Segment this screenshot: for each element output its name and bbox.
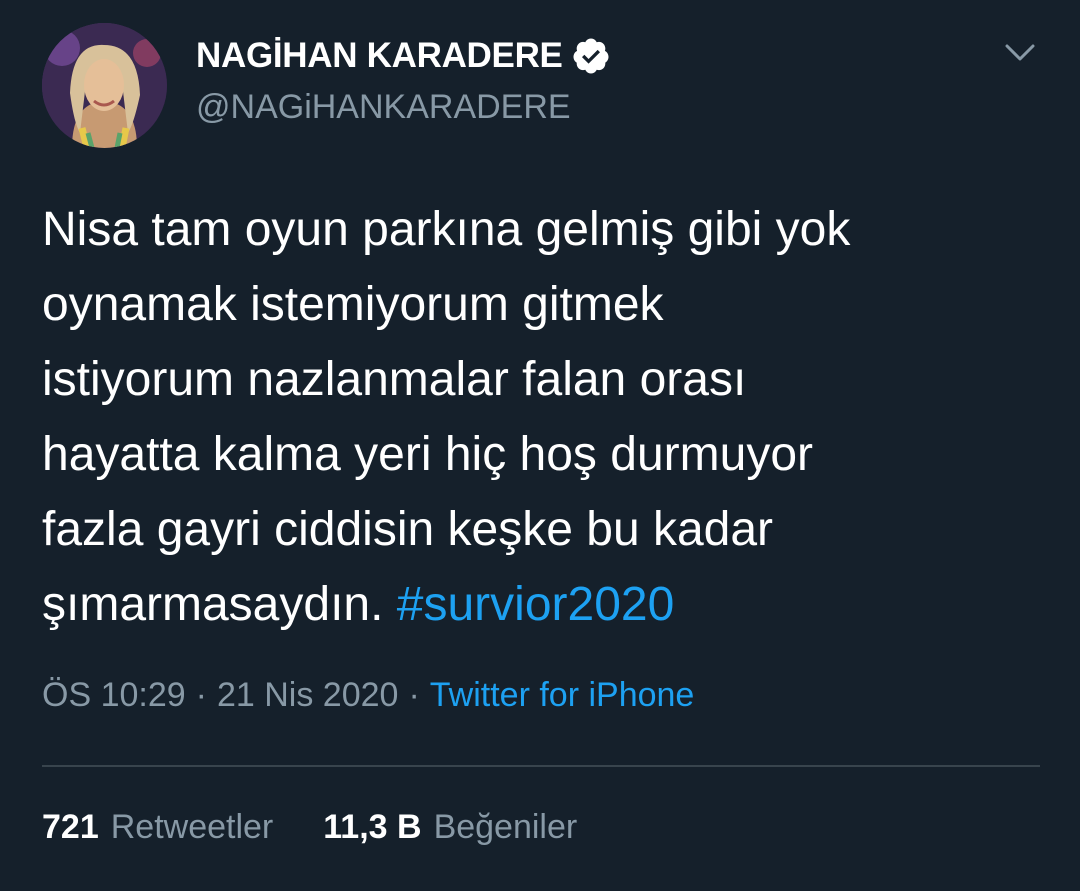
author-handle[interactable]: @NAGiHANKARADERE xyxy=(196,88,571,127)
verified-badge-icon xyxy=(573,38,609,74)
tweet-text-last-line: şımarmasaydın. #survior2020 xyxy=(42,567,1042,642)
meta-separator: · xyxy=(408,676,420,714)
retweets-count: 721 xyxy=(42,808,99,846)
tweet-text-line: istiyorum nazlanmalar falan orası xyxy=(42,353,747,406)
avatar-image xyxy=(42,23,167,148)
tweet-meta: ÖS 10:29 · 21 Nis 2020 · Twitter for iPh… xyxy=(42,676,694,715)
retweets-label: Retweetler xyxy=(110,808,274,846)
tweet-text-line: oynamak istemiyorum gitmek xyxy=(42,278,664,331)
meta-separator: · xyxy=(195,676,207,714)
display-name[interactable]: NAGİHAN KARADERE xyxy=(196,36,563,76)
tweet-source-link[interactable]: Twitter for iPhone xyxy=(430,676,695,715)
likes-stat[interactable]: 11,3 B Beğeniler xyxy=(323,808,577,847)
avatar[interactable] xyxy=(42,23,167,148)
likes-label: Beğeniler xyxy=(433,808,578,846)
hashtag-link[interactable]: #survior2020 xyxy=(397,578,675,631)
tweet-text-line: şımarmasaydın. xyxy=(42,578,384,631)
divider xyxy=(42,765,1040,767)
tweet-stats: 721 Retweetler 11,3 B Beğeniler xyxy=(42,808,577,847)
likes-count: 11,3 B xyxy=(323,808,422,846)
tweet-date[interactable]: 21 Nis 2020 xyxy=(217,676,398,715)
tweet-text-line: fazla gayri ciddisin keşke bu kadar xyxy=(42,503,774,556)
tweet-text-line: Nisa tam oyun parkına gelmiş gibi yok xyxy=(42,203,851,256)
author-name-row[interactable]: NAGİHAN KARADERE xyxy=(196,36,611,76)
tweet-text-line: hayatta kalma yeri hiç hoş durmuyor xyxy=(42,428,813,481)
chevron-down-icon[interactable] xyxy=(1003,38,1037,66)
retweets-stat[interactable]: 721 Retweetler xyxy=(42,808,273,847)
tweet-text: Nisa tam oyun parkına gelmiş gibi yok oy… xyxy=(42,192,1042,642)
tweet-time[interactable]: ÖS 10:29 xyxy=(42,676,186,715)
